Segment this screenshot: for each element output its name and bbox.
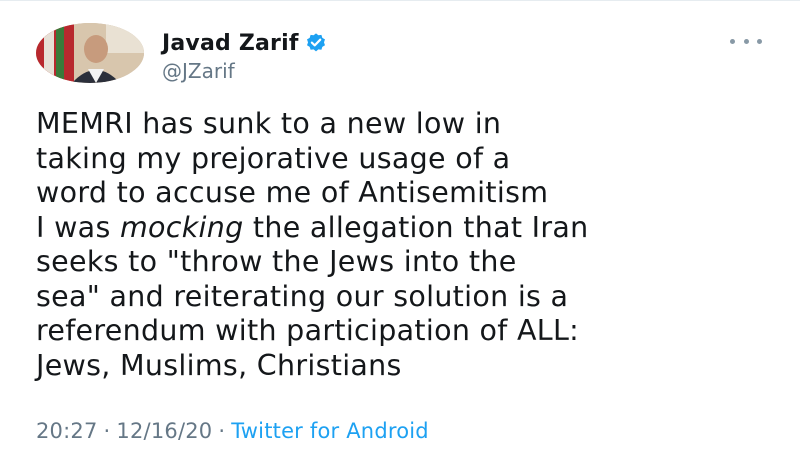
author-handle[interactable]: @JZarif bbox=[162, 59, 327, 83]
more-dot bbox=[743, 38, 749, 44]
author-display-name[interactable]: Javad Zarif bbox=[162, 31, 299, 56]
verified-badge-icon bbox=[306, 33, 325, 52]
meta-separator: · bbox=[103, 419, 111, 443]
tweet-line: sea" and reiterating our solution is a bbox=[36, 279, 569, 313]
meta-separator: · bbox=[218, 419, 226, 443]
tweet-source-link[interactable]: Twitter for Android bbox=[231, 419, 429, 443]
more-dot bbox=[730, 38, 735, 44]
tweet-line: seeks to "throw the Jews into the bbox=[36, 245, 517, 278]
tweet-card: Javad Zarif @JZarif MEMRI has sunk to a … bbox=[0, 0, 800, 450]
avatar[interactable] bbox=[36, 23, 144, 83]
tweet-text: MEMRI has sunk to a new low in taking my… bbox=[36, 107, 786, 383]
more-options-icon[interactable] bbox=[730, 31, 762, 51]
tweet-line: referendum with participation of ALL: bbox=[36, 314, 580, 347]
tweet-emphasis: mocking bbox=[119, 210, 244, 244]
tweet-line: taking my prejorative usage of a bbox=[36, 141, 511, 175]
tweet-line: I was mocking the allegation that Iran bbox=[36, 211, 786, 246]
author-info: Javad Zarif @JZarif bbox=[162, 29, 327, 83]
tweet-text-segment: I was bbox=[36, 210, 120, 244]
tweet-time[interactable]: 20:27 bbox=[36, 419, 98, 443]
tweet-line: word to accuse me of Antisemitism bbox=[36, 176, 549, 209]
tweet-text-segment: the allegation that Iran bbox=[243, 210, 589, 244]
more-dot bbox=[757, 38, 762, 44]
tweet-line: Jews, Muslims, Christians bbox=[36, 348, 402, 382]
tweet-date[interactable]: 12/16/20 bbox=[116, 419, 212, 443]
tweet-line: MEMRI has sunk to a new low in bbox=[36, 107, 502, 140]
tweet-metadata: 20:27 · 12/16/20 · Twitter for Android bbox=[36, 419, 429, 443]
avatar-photo-icon bbox=[36, 23, 144, 83]
